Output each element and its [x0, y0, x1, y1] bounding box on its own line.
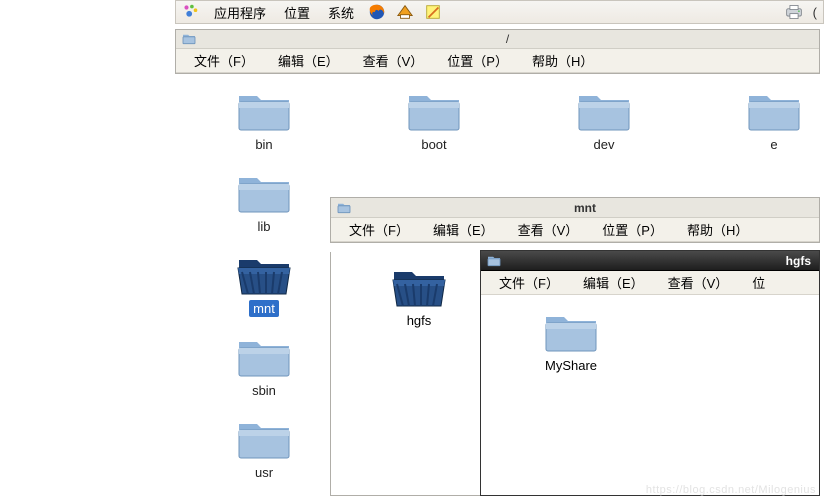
- panel-menu-system[interactable]: 系统: [324, 2, 358, 23]
- hgfs-titlebar[interactable]: hgfs: [481, 251, 819, 271]
- folder-label: lib: [253, 218, 274, 235]
- root-titlebar[interactable]: /: [176, 30, 819, 49]
- distro-logo-icon: [182, 3, 200, 21]
- hgfs-menu-file[interactable]: 文件（F）: [487, 271, 571, 294]
- root-menu-file[interactable]: 文件（F）: [182, 49, 266, 72]
- root-menubar: 文件（F） 编辑（E） 查看（V） 位置（P） 帮助（H）: [176, 49, 819, 73]
- folder-icon: [487, 255, 501, 267]
- root-menu-edit[interactable]: 编辑（E）: [266, 49, 351, 72]
- hgfs-menu-view[interactable]: 查看（V）: [656, 271, 741, 294]
- root-menu-help[interactable]: 帮助（H）: [520, 49, 605, 72]
- hgfs-menubar: 文件（F） 编辑（E） 查看（V） 位: [481, 271, 819, 295]
- hgfs-window: hgfs 文件（F） 编辑（E） 查看（V） 位 MyShare: [480, 250, 820, 496]
- printer-tray-icon[interactable]: [785, 3, 803, 21]
- root-window-title: /: [202, 32, 813, 46]
- mnt-window-title: mnt: [357, 201, 813, 215]
- folder-item-sbin[interactable]: sbin: [179, 334, 349, 416]
- folder-icon: [182, 33, 196, 45]
- root-menu-places[interactable]: 位置（P）: [435, 49, 520, 72]
- root-menu-view[interactable]: 查看（V）: [351, 49, 436, 72]
- folder-label: bin: [251, 136, 276, 153]
- firefox-launcher-icon[interactable]: [368, 3, 386, 21]
- folder-label: boot: [417, 136, 450, 153]
- mnt-menu-view[interactable]: 查看（V）: [506, 218, 591, 241]
- folder-label: sbin: [248, 382, 280, 399]
- panel-right-cut: (: [813, 5, 817, 20]
- panel-menu-applications[interactable]: 应用程序: [210, 2, 270, 23]
- folder-item-mnt[interactable]: mnt: [179, 252, 349, 334]
- help-launcher-icon[interactable]: [396, 3, 414, 21]
- hgfs-content-area[interactable]: MyShare: [481, 295, 819, 495]
- mnt-menubar: 文件（F） 编辑（E） 查看（V） 位置（P） 帮助（H）: [331, 218, 819, 242]
- folder-item-e[interactable]: e: [689, 88, 824, 170]
- mnt-titlebar[interactable]: mnt: [331, 198, 819, 218]
- folder-icon: [337, 202, 351, 214]
- watermark-text: https://blog.csdn.net/Milogenius: [646, 484, 816, 496]
- mnt-window: mnt 文件（F） 编辑（E） 查看（V） 位置（P） 帮助（H）: [330, 197, 820, 243]
- mnt-menu-places[interactable]: 位置（P）: [590, 218, 675, 241]
- mnt-menu-file[interactable]: 文件（F）: [337, 218, 421, 241]
- panel-menu-places[interactable]: 位置: [280, 2, 314, 23]
- hgfs-window-title: hgfs: [507, 254, 813, 268]
- folder-item-lib[interactable]: lib: [179, 170, 349, 252]
- folder-label: MyShare: [543, 358, 599, 373]
- folder-label: hgfs: [391, 313, 447, 328]
- folder-item-bin[interactable]: bin: [179, 88, 349, 170]
- top-panel: 应用程序 位置 系统 (: [175, 0, 824, 24]
- hgfs-menu-places[interactable]: 位: [740, 271, 777, 294]
- mnt-menu-edit[interactable]: 编辑（E）: [421, 218, 506, 241]
- folder-item-boot[interactable]: boot: [349, 88, 519, 170]
- folder-item-usr[interactable]: usr: [179, 416, 349, 498]
- folder-label: e: [766, 136, 781, 153]
- folder-item-myshare[interactable]: MyShare: [543, 309, 599, 373]
- folder-item-dev[interactable]: dev: [519, 88, 689, 170]
- root-window: / 文件（F） 编辑（E） 查看（V） 位置（P） 帮助（H）: [175, 29, 820, 74]
- notes-launcher-icon[interactable]: [424, 3, 442, 21]
- folder-label: mnt: [249, 300, 279, 317]
- hgfs-menu-edit[interactable]: 编辑（E）: [571, 271, 656, 294]
- folder-item-hgfs[interactable]: hgfs: [391, 264, 447, 328]
- folder-label: usr: [251, 464, 277, 481]
- folder-label: dev: [590, 136, 619, 153]
- mnt-menu-help[interactable]: 帮助（H）: [675, 218, 760, 241]
